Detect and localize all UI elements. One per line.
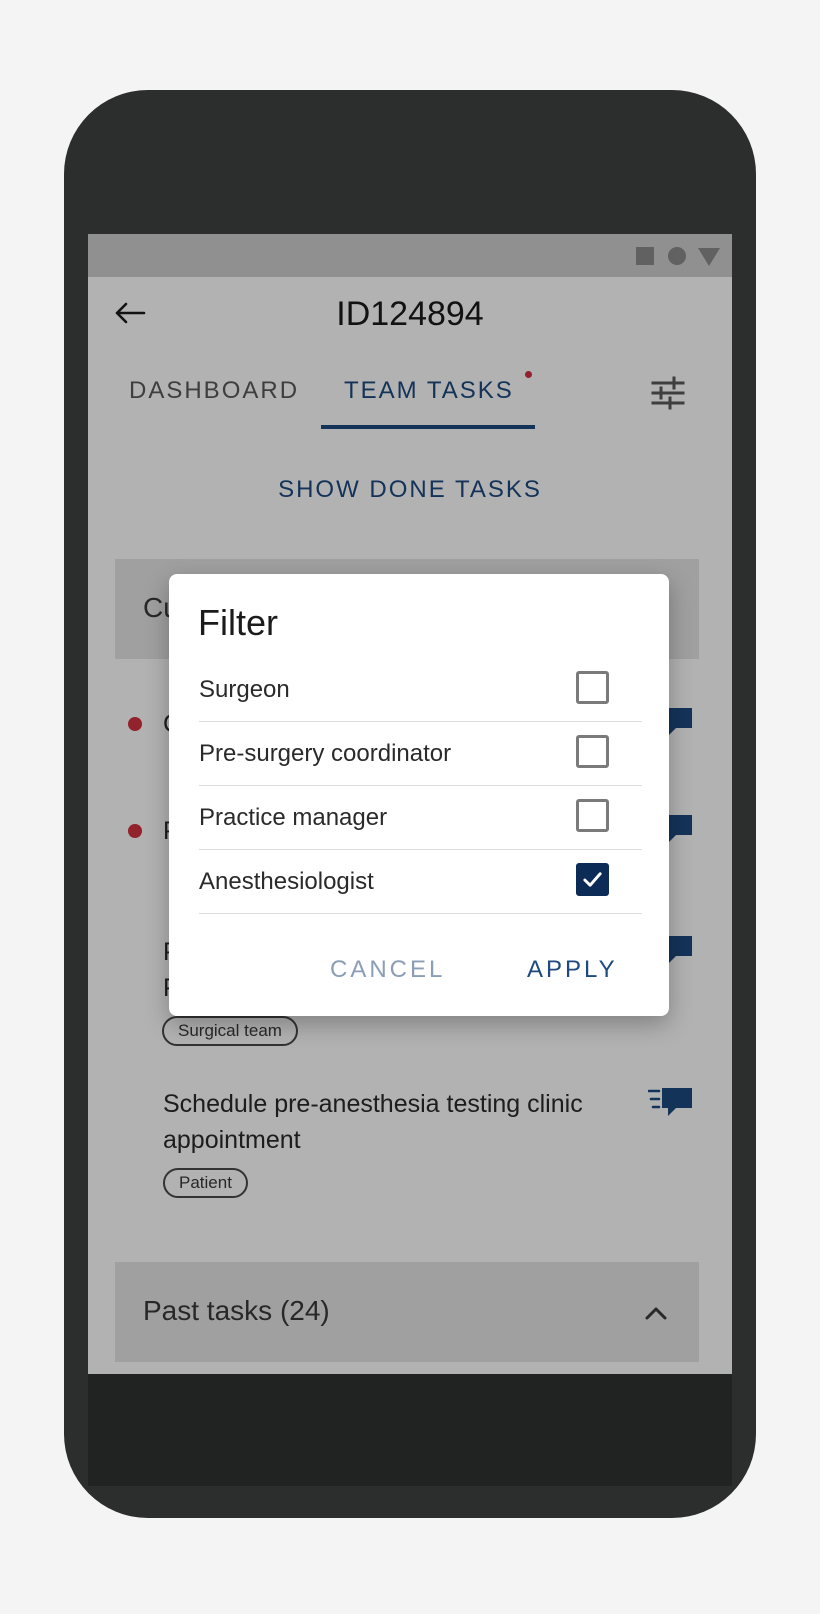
apply-button[interactable]: APPLY	[527, 956, 618, 984]
option-label: Surgeon	[199, 676, 290, 703]
filter-option-surgeon[interactable]: Surgeon	[199, 658, 642, 722]
option-label: Practice manager	[199, 804, 388, 831]
option-label: Anesthesiologist	[199, 868, 374, 895]
checkbox-checked[interactable]	[576, 863, 609, 896]
option-label: Pre-surgery coordinator	[199, 740, 452, 767]
checkbox[interactable]	[576, 799, 609, 832]
app-screen: ID124894 DASHBOARD TEAM TASKS SHOW DONE …	[88, 234, 732, 1374]
filter-option-anesthesiologist[interactable]: Anesthesiologist	[199, 850, 642, 914]
filter-dialog: Filter Surgeon Pre-surgery coordinator P…	[169, 574, 669, 1016]
filter-option-pre-surgery-coordinator[interactable]: Pre-surgery coordinator	[199, 722, 642, 786]
system-nav-bar	[88, 1374, 732, 1486]
dialog-title: Filter	[198, 602, 278, 643]
checkbox[interactable]	[576, 671, 609, 704]
cancel-button[interactable]: CANCEL	[330, 956, 445, 984]
check-icon	[583, 872, 602, 887]
checkbox[interactable]	[576, 735, 609, 768]
filter-option-practice-manager[interactable]: Practice manager	[199, 786, 642, 850]
